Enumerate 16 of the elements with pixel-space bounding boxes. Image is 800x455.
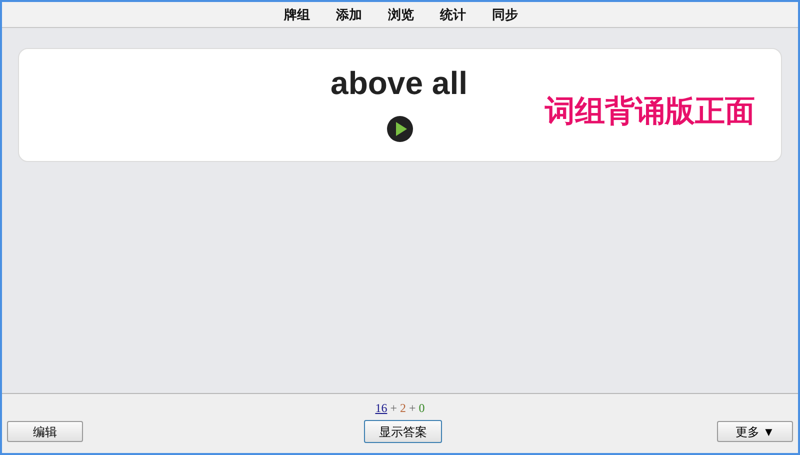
menu-link[interactable]: 统计 [440, 4, 466, 24]
annotation-label: 词组背诵版正面 [545, 94, 755, 130]
menu-link[interactable]: 添加 [336, 4, 362, 24]
plus-sign: + [390, 400, 397, 417]
menu-link[interactable]: 牌组 [284, 4, 310, 24]
more-button[interactable]: 更多 ▼ [717, 421, 793, 442]
menu-link[interactable]: 浏览 [388, 4, 414, 24]
menu-link[interactable]: 同步 [492, 4, 518, 24]
edit-button[interactable]: 编辑 [7, 421, 83, 442]
card-front-text: above all [330, 67, 468, 99]
play-icon[interactable] [386, 115, 414, 143]
plus-sign: + [409, 400, 416, 417]
due-count: 0 [418, 400, 425, 417]
show-answer-button[interactable]: 显示答案 [364, 420, 442, 443]
due-count: 2 [400, 400, 406, 417]
due-count[interactable]: 16 [375, 399, 388, 417]
